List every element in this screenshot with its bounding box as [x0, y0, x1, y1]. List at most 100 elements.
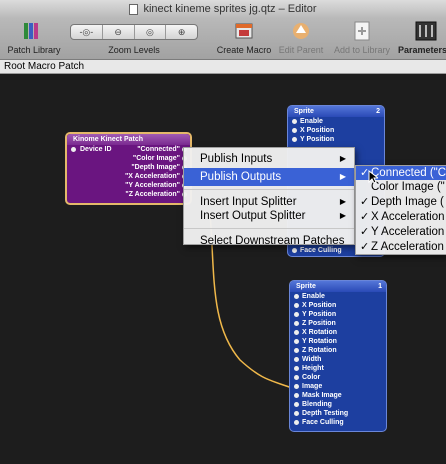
sprite-port-row[interactable]: Mask Image — [290, 391, 386, 400]
menu-separator — [184, 228, 354, 229]
submenu-item-z-acceleration[interactable]: ✓ Z Acceleration — [356, 240, 446, 254]
port-label: Y Position — [302, 311, 337, 318]
sprite-port-row[interactable]: Y Position — [288, 135, 384, 144]
y-acceleration-port-label: "Y Acceleration" — [125, 182, 180, 189]
kinect-output-port-row[interactable]: "Connected" — [67, 145, 190, 154]
sprite-port-row[interactable]: Height — [290, 364, 386, 373]
window-title-bar: kinect kineme sprites jg.qtz – Editor — [0, 0, 446, 18]
port-label: Enable — [302, 293, 325, 300]
menu-item-select-downstream[interactable]: Select Downstream Patches — [184, 232, 354, 250]
sprite-port-row[interactable]: Blending — [290, 400, 386, 409]
kinect-output-port-row[interactable]: "Y Acceleration" — [67, 181, 190, 190]
connected-port-label: "Connected" — [137, 146, 180, 153]
kinect-output-port-row[interactable]: "Z Acceleration" — [67, 190, 190, 199]
submenu-item-x-acceleration[interactable]: ✓ X Acceleration — [356, 210, 446, 225]
input-port-icon[interactable] — [292, 119, 297, 124]
port-label: X Rotation — [302, 329, 337, 336]
create-macro-icon[interactable] — [234, 20, 254, 42]
menu-item-publish-inputs[interactable]: Publish Inputs ▶ — [184, 150, 354, 168]
zoom-levels-control[interactable]: -◎- ⊖ ◎ ⊕ — [70, 24, 198, 40]
kinect-output-port-row[interactable]: "Depth Image" — [67, 163, 190, 172]
port-label: Face Culling — [302, 419, 344, 426]
breadcrumb[interactable]: Root Macro Patch — [0, 60, 446, 74]
checkmark-icon: ✓ — [360, 226, 370, 238]
zoom-actual-icon[interactable]: ◎ — [135, 25, 167, 39]
patch-library-icon[interactable] — [22, 21, 42, 41]
port-label: Y Position — [300, 136, 335, 143]
submenu-arrow-icon: ▶ — [339, 154, 346, 163]
add-to-library-icon[interactable] — [353, 20, 371, 42]
patch-editor-canvas[interactable]: Kinome Kinect Patch Device ID "Connected… — [0, 75, 446, 464]
menu-separator — [184, 189, 354, 190]
input-port-icon[interactable] — [294, 294, 299, 299]
edit-parent-button[interactable]: Edit Parent — [272, 45, 330, 55]
submenu-item-y-acceleration[interactable]: ✓ Y Acceleration — [356, 225, 446, 240]
port-label: Z Rotation — [302, 347, 337, 354]
input-port-icon[interactable] — [294, 303, 299, 308]
mouse-cursor-icon — [368, 170, 378, 184]
kinect-patch[interactable]: Kinome Kinect Patch Device ID "Connected… — [65, 132, 192, 205]
kinect-output-port-row[interactable]: "X Acceleration" — [67, 172, 190, 181]
create-macro-button[interactable]: Create Macro — [214, 45, 274, 55]
sprite-port-row[interactable]: Width — [290, 355, 386, 364]
sprite-port-row[interactable]: Color — [290, 373, 386, 382]
input-port-icon[interactable] — [292, 137, 297, 142]
zoom-fit-icon[interactable]: -◎- — [71, 25, 103, 39]
port-label: Depth Testing — [302, 410, 349, 417]
port-label: Color — [302, 374, 321, 381]
input-port-icon[interactable] — [294, 339, 299, 344]
sprite-port-row[interactable]: X Position — [290, 301, 386, 310]
add-to-library-button[interactable]: Add to Library — [330, 45, 394, 55]
input-port-icon[interactable] — [294, 411, 299, 416]
window-title: kinect kineme sprites jg.qtz – Editor — [143, 3, 317, 15]
sprite-patch-title: Sprite 1 — [290, 281, 386, 292]
zoom-out-icon[interactable]: ⊖ — [103, 25, 135, 39]
sprite-patch[interactable]: Sprite 1 Enable X Position Y Position Z P… — [289, 280, 387, 432]
depth-image-port-label: "Depth Image" — [131, 164, 180, 171]
port-label: Blending — [302, 401, 332, 408]
x-acceleration-port-label: "X Acceleration" — [124, 173, 180, 180]
input-port-icon[interactable] — [294, 375, 299, 380]
sprite-port-row[interactable]: Enable — [288, 117, 384, 126]
edit-parent-icon[interactable] — [292, 21, 310, 41]
sprite-port-row[interactable]: Z Rotation — [290, 346, 386, 355]
sprite-port-row[interactable]: Depth Testing — [290, 409, 386, 418]
toolbar: Patch Library -◎- ⊖ ◎ ⊕ Zoom Levels Crea… — [0, 18, 446, 60]
patch-library-button[interactable]: Patch Library — [4, 45, 64, 55]
zoom-in-icon[interactable]: ⊕ — [166, 25, 197, 39]
menu-item-insert-output-splitter[interactable]: Insert Output Splitter ▶ — [184, 207, 354, 225]
breadcrumb-root-item[interactable]: Root Macro Patch — [4, 61, 84, 72]
sprite-port-row[interactable]: Image — [290, 382, 386, 391]
port-label: Y Rotation — [302, 338, 337, 345]
input-port-icon[interactable] — [294, 330, 299, 335]
sprite-port-row[interactable]: X Rotation — [290, 328, 386, 337]
input-port-icon[interactable] — [294, 402, 299, 407]
parameters-button[interactable]: Parameters — [398, 45, 446, 55]
sprite-patch-title: Sprite 2 — [288, 106, 384, 117]
input-port-icon[interactable] — [294, 384, 299, 389]
input-port-icon[interactable] — [294, 357, 299, 362]
kinect-output-port-row[interactable]: "Color Image" — [67, 154, 190, 163]
port-label: Height — [302, 365, 324, 372]
sprite-port-row[interactable]: Z Position — [290, 319, 386, 328]
input-port-icon[interactable] — [294, 420, 299, 425]
input-port-icon[interactable] — [294, 393, 299, 398]
sprite-port-row[interactable]: Enable — [290, 292, 386, 301]
menu-item-publish-outputs[interactable]: Publish Outputs ▶ — [184, 168, 354, 186]
port-label: Mask Image — [302, 392, 342, 399]
z-acceleration-port-label: "Z Acceleration" — [125, 191, 180, 198]
sprite-port-row[interactable]: Y Position — [290, 310, 386, 319]
input-port-icon[interactable] — [294, 366, 299, 371]
input-port-icon[interactable] — [294, 312, 299, 317]
input-port-icon[interactable] — [294, 321, 299, 326]
sprite-port-row[interactable]: Y Rotation — [290, 337, 386, 346]
input-port-icon[interactable] — [292, 128, 297, 133]
sprite-port-row[interactable]: X Position — [288, 126, 384, 135]
input-port-icon[interactable] — [294, 348, 299, 353]
sprite-port-row[interactable]: Face Culling — [290, 418, 386, 427]
submenu-item-depth-image[interactable]: ✓ Depth Image ( — [356, 195, 446, 210]
parameters-icon[interactable] — [414, 20, 438, 42]
checkmark-icon: ✓ — [360, 241, 370, 253]
port-context-menu: Publish Inputs ▶ Publish Outputs ▶ Insert … — [183, 147, 355, 247]
checkmark-icon: ✓ — [360, 211, 370, 223]
